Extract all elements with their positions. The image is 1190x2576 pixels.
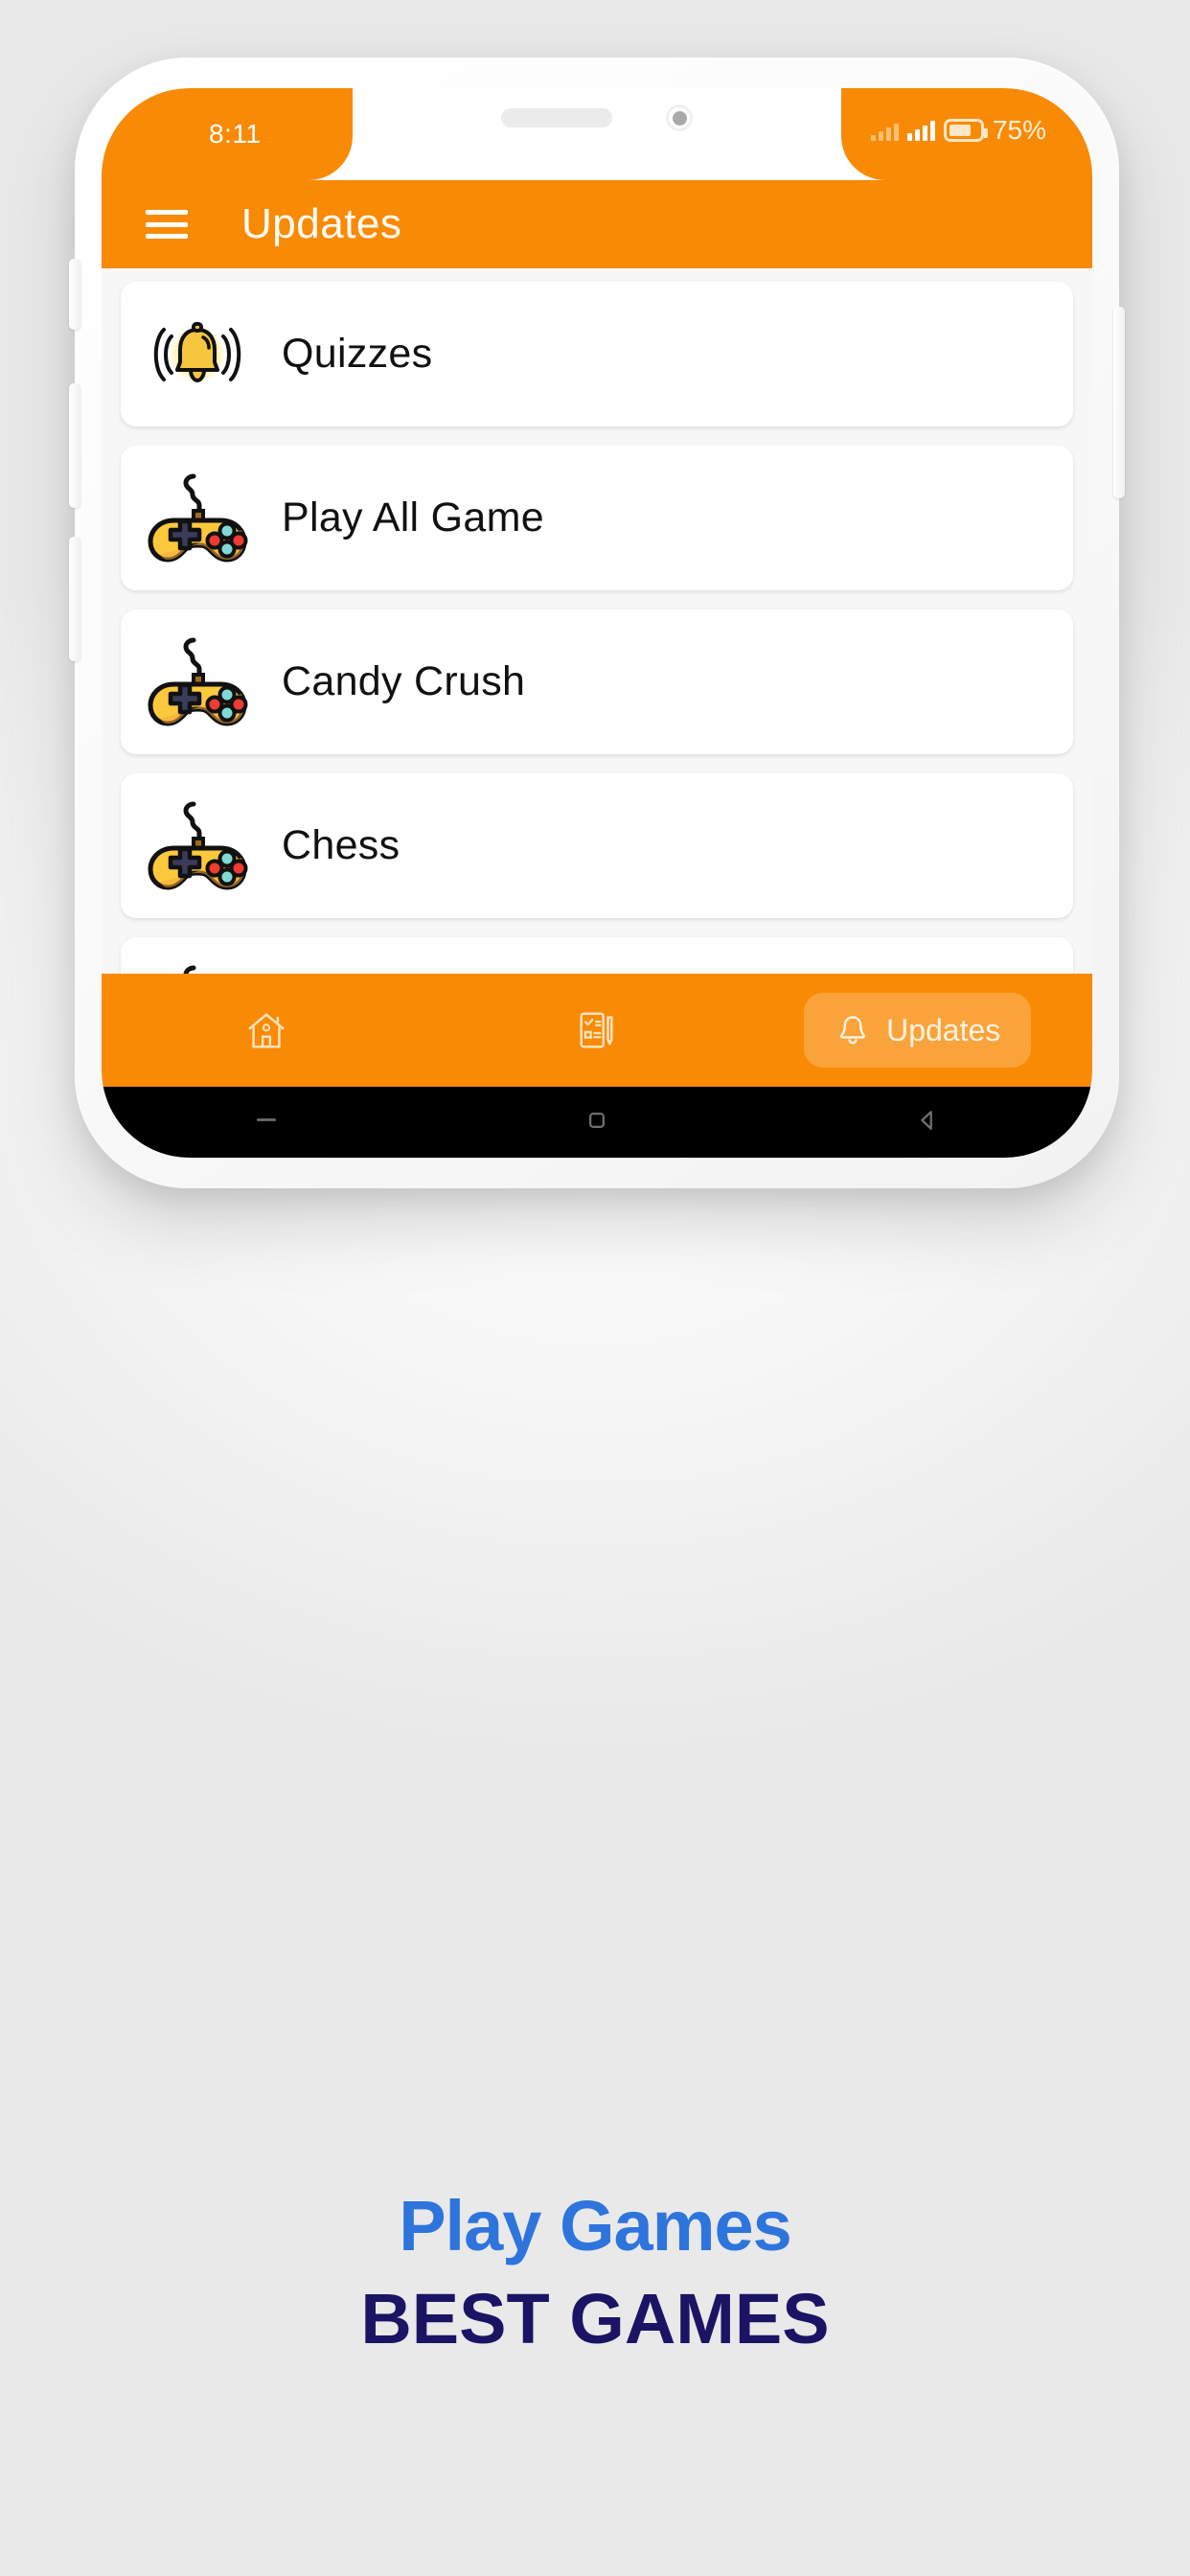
phone-screen: 8:11 75% Updates Quizzes Play All Game C… — [102, 88, 1092, 1158]
phone-volume-up-button[interactable] — [69, 383, 80, 508]
speaker-grille-icon — [501, 108, 612, 127]
hamburger-menu-icon[interactable] — [146, 210, 188, 239]
phone-mute-button[interactable] — [69, 259, 80, 330]
gamepad-icon — [138, 1121, 257, 1158]
nav-item-notes[interactable] — [432, 1008, 763, 1052]
caption-line-primary: Play Games — [399, 2186, 792, 2266]
nav-item-updates[interactable]: Updates — [762, 993, 1092, 1068]
notch-cutout — [353, 88, 841, 148]
nav-updates-pill[interactable]: Updates — [804, 993, 1032, 1068]
caption-line-secondary: BEST GAMES — [360, 2279, 830, 2358]
phone-body — [75, 58, 1119, 1188]
android-system-nav — [102, 1087, 1092, 1158]
nav-item-home[interactable] — [102, 1008, 432, 1052]
gamepad-icon — [138, 957, 257, 1063]
front-camera-icon — [666, 104, 693, 131]
bottom-navigation-bar: Updates — [102, 974, 1092, 1087]
signal-bars-icon — [906, 120, 935, 141]
list-item[interactable]: Quizzes — [121, 282, 1073, 426]
notes-checklist-icon — [580, 1012, 613, 1048]
status-bar-indicators: 75% — [870, 115, 1046, 146]
list-item-label: Chess — [282, 822, 400, 868]
signal-bars-secondary-icon — [870, 120, 899, 141]
back-triangle-icon[interactable] — [913, 1106, 942, 1139]
bell-icon — [839, 1016, 866, 1045]
status-bar: 8:11 75% — [102, 88, 1092, 180]
gamepad-icon — [138, 794, 257, 899]
page-title: Updates — [241, 200, 402, 247]
list-item-label: Bowling Stars — [282, 1150, 538, 1158]
list-item[interactable]: Bowling Stars — [121, 1101, 1073, 1158]
phone-mockup: 8:11 75% Updates Quizzes Play All Game C… — [69, 58, 1125, 1188]
list-item-label: Play All Game — [282, 494, 544, 540]
list-item-label: Bottle Shoot — [282, 986, 510, 1032]
home-square-icon[interactable] — [583, 1106, 611, 1139]
promo-caption: Play Games BEST GAMES — [0, 2185, 1190, 2359]
list-item-label: Quizzes — [282, 331, 433, 377]
updates-list[interactable]: Quizzes Play All Game Candy Crush Chess … — [102, 268, 1092, 1158]
status-bar-time: 8:11 — [209, 119, 262, 149]
battery-icon — [943, 119, 988, 142]
home-icon — [248, 1013, 285, 1048]
phone-volume-down-button[interactable] — [69, 537, 80, 661]
list-item[interactable]: Candy Crush — [121, 610, 1073, 754]
gamepad-icon — [138, 630, 257, 735]
bell-notification-icon — [138, 302, 257, 407]
battery-percent-label: 75% — [992, 115, 1046, 145]
list-item[interactable]: Chess — [121, 773, 1073, 918]
list-item-label: Candy Crush — [282, 658, 526, 704]
list-item[interactable]: Play All Game — [121, 446, 1073, 590]
list-item[interactable]: Bottle Shoot — [121, 937, 1073, 1082]
nav-updates-label: Updates — [886, 1012, 1001, 1047]
phone-power-button[interactable] — [1113, 307, 1125, 498]
gamepad-icon — [138, 466, 257, 571]
status-bar-left-shoulder — [102, 88, 353, 180]
recents-bar-icon[interactable] — [252, 1106, 281, 1139]
app-bar: Updates — [102, 180, 1092, 268]
status-bar-right-shoulder — [841, 88, 1092, 180]
